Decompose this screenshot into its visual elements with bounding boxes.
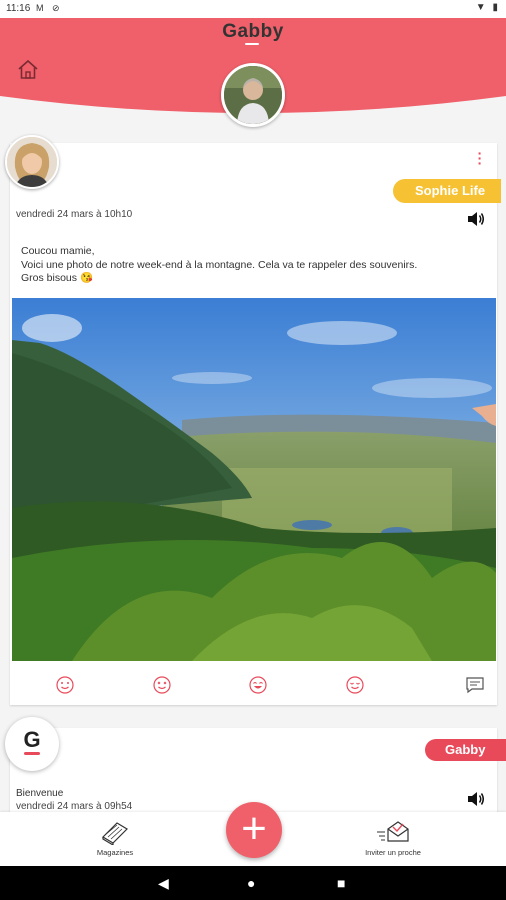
author-avatar[interactable]	[5, 135, 59, 189]
magazine-icon	[102, 822, 128, 845]
status-system-icons: ▼ ▮	[476, 2, 500, 13]
status-notification-icons: M ⊘	[36, 3, 63, 14]
more-options-icon[interactable]: · · ·	[477, 146, 483, 170]
reaction-bar	[10, 673, 497, 701]
invite-button[interactable]: Inviter un proche	[355, 817, 431, 857]
love-reaction-icon[interactable]	[152, 675, 172, 695]
gabby-avatar-underline	[24, 752, 40, 755]
message-line: Voici une photo de notre week-end à la m…	[21, 258, 418, 271]
home-icon[interactable]	[16, 58, 40, 82]
invite-label: Inviter un proche	[365, 848, 421, 857]
profile-avatar[interactable]	[221, 63, 285, 127]
author-tag: Sophie Life	[393, 179, 501, 203]
logo-underline	[245, 43, 259, 45]
message-line: Coucou mamie,	[21, 245, 95, 257]
recents-icon[interactable]: ■	[337, 866, 345, 900]
back-icon[interactable]: ◀	[158, 866, 169, 900]
magazines-label: Magazines	[96, 848, 134, 857]
gabby-avatar[interactable]: G	[5, 717, 59, 771]
post-date: vendredi 24 mars à 09h54	[16, 801, 133, 812]
author-tag: Gabby	[425, 739, 506, 761]
app-header: Gabby	[0, 18, 506, 128]
post-date: vendredi 24 mars à 10h10	[16, 209, 133, 220]
post-message: Coucou mamie, Voici une photo de notre w…	[21, 245, 481, 286]
smile-reaction-icon[interactable]	[55, 675, 75, 695]
invite-envelope-icon	[377, 821, 409, 842]
post-photo[interactable]	[12, 298, 496, 661]
gabby-avatar-letter: G	[23, 727, 41, 752]
post-title: Bienvenue	[16, 788, 64, 799]
happy-reaction-icon[interactable]	[345, 675, 365, 695]
magazines-button[interactable]: Magazines	[82, 817, 148, 857]
message-line: Gros bisous 😘	[21, 272, 94, 284]
gmail-icon: M	[36, 3, 47, 13]
battery-icon: ▮	[492, 2, 500, 13]
system-navigation-bar: ◀ ● ■	[0, 866, 506, 900]
add-post-button[interactable]: +	[226, 802, 282, 858]
post-card: · · · Sophie Life vendredi 24 mars à 10h10…	[10, 143, 501, 705]
wifi-icon: ▼	[475, 2, 488, 13]
block-icon: ⊘	[52, 3, 63, 13]
speaker-icon[interactable]	[467, 791, 485, 807]
status-bar: 11:16 M ⊘ ▼ ▮	[0, 0, 506, 18]
app-logo: Gabby	[222, 21, 284, 42]
laugh-reaction-icon[interactable]	[248, 675, 268, 695]
status-time: 11:16	[6, 3, 31, 14]
speaker-icon[interactable]	[467, 211, 485, 227]
comment-icon[interactable]	[465, 675, 485, 695]
home-circle-icon[interactable]: ●	[247, 866, 255, 900]
